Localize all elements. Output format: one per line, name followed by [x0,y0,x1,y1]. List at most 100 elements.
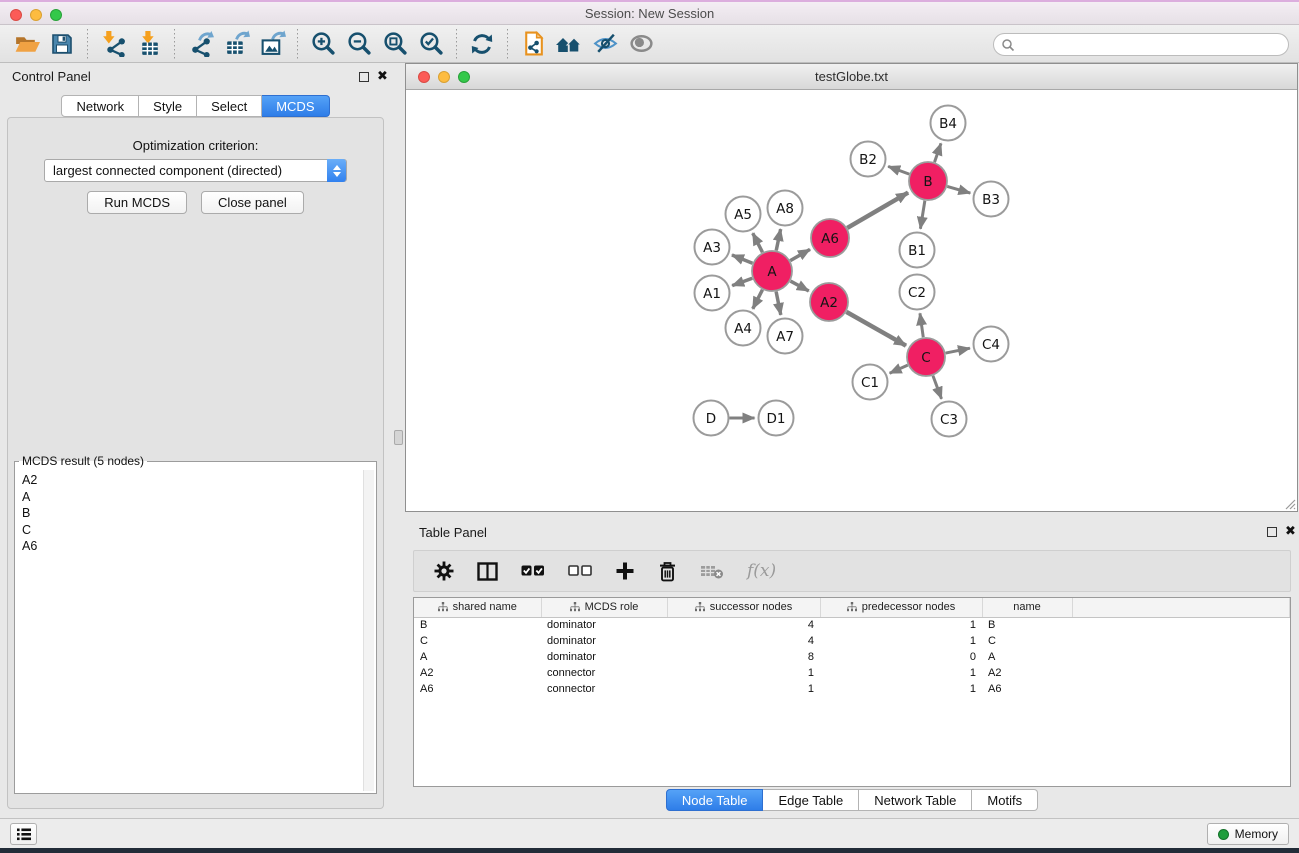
graph-edge-A-A2[interactable] [790,281,808,291]
function-builder-button[interactable]: f(x) [747,561,776,581]
delete-table-button[interactable] [700,562,724,580]
table-cell[interactable]: 4 [667,617,820,633]
table-cell[interactable]: 8 [667,649,820,665]
tab-style[interactable]: Style [139,95,197,117]
table-cell[interactable]: 1 [820,665,982,681]
graph-edge-A-A7[interactable] [776,292,781,315]
graph-edge-A2-C[interactable] [846,312,906,346]
settings-gear-button[interactable] [434,561,454,581]
table-cell[interactable]: 1 [820,681,982,697]
table-cell[interactable]: B [414,617,541,633]
hide-network-button[interactable] [587,28,623,60]
mcds-result-item[interactable]: C [22,522,362,539]
tab-node-table[interactable]: Node Table [666,789,764,811]
home-button[interactable] [551,28,587,60]
table-cell[interactable]: 0 [820,649,982,665]
select-all-button[interactable] [521,565,545,577]
import-table-button[interactable] [131,28,167,60]
graph-edge-C-C1[interactable] [890,365,908,373]
search-input[interactable] [993,33,1289,56]
panel-divider-handle[interactable] [394,430,403,445]
zoom-selected-button[interactable] [413,28,449,60]
table-cell[interactable]: A2 [414,665,541,681]
table-cell[interactable]: dominator [541,649,667,665]
table-cell[interactable]: connector [541,681,667,697]
graph-edge-B-B3[interactable] [947,186,970,193]
close-table-panel-icon[interactable]: ✖ [1285,523,1296,539]
run-mcds-button[interactable]: Run MCDS [87,191,187,214]
graph-edge-C-C3[interactable] [933,376,942,399]
zoom-out-button[interactable] [341,28,377,60]
table-cell[interactable]: A6 [414,681,541,697]
mcds-result-item[interactable]: A6 [22,538,362,555]
tab-mcds[interactable]: MCDS [262,95,329,117]
graph-edge-B-B4[interactable] [935,143,941,162]
column-header-shared-name[interactable]: shared name [414,598,541,617]
table-cell[interactable]: C [414,633,541,649]
table-row[interactable]: Cdominator41C [414,633,1290,649]
graph-edge-A-A5[interactable] [753,233,763,252]
resize-grip-icon[interactable] [1282,496,1296,510]
table-cell[interactable]: A6 [982,681,1072,697]
deselect-all-button[interactable] [568,565,592,577]
column-header-successor-nodes[interactable]: successor nodes [667,598,820,617]
task-history-button[interactable] [10,823,37,845]
mcds-result-item[interactable]: B [22,505,362,522]
open-session-button[interactable] [8,28,44,60]
tab-select[interactable]: Select [197,95,262,117]
table-cell[interactable]: 4 [667,633,820,649]
table-cell[interactable]: 1 [820,617,982,633]
mcds-result-scrollbar[interactable] [363,470,374,791]
column-header-mcds-role[interactable]: MCDS role [541,598,667,617]
refresh-layout-button[interactable] [464,28,500,60]
zoom-fit-button[interactable] [377,28,413,60]
tab-motifs[interactable]: Motifs [972,789,1038,811]
close-panel-icon[interactable]: ✖ [377,68,388,84]
close-panel-button[interactable]: Close panel [201,191,304,214]
graph-edge-B-B1[interactable] [920,201,924,229]
table-cell[interactable]: B [982,617,1072,633]
table-cell[interactable]: connector [541,665,667,681]
export-table-button[interactable] [218,28,254,60]
graph-edge-A-A1[interactable] [732,278,752,285]
save-session-button[interactable] [44,28,80,60]
table-cell[interactable]: A2 [982,665,1072,681]
table-cell[interactable]: A [414,649,541,665]
memory-button[interactable]: Memory [1207,823,1289,845]
network-from-document-button[interactable] [515,28,551,60]
mcds-result-item[interactable]: A2 [22,472,362,489]
graph-edge-A-A6[interactable] [790,249,810,260]
table-cell[interactable]: dominator [541,633,667,649]
table-row[interactable]: Bdominator41B [414,617,1290,633]
graph-edge-B-B2[interactable] [888,166,909,174]
zoom-in-button[interactable] [305,28,341,60]
table-cell[interactable]: 1 [667,665,820,681]
float-table-panel-icon[interactable] [1267,527,1277,537]
table-row[interactable]: A6connector11A6 [414,681,1290,697]
add-column-button[interactable] [615,561,635,581]
table-cell[interactable]: 1 [667,681,820,697]
criterion-select[interactable]: largest connected component (directed) [44,159,347,182]
graph-edge-A-A3[interactable] [732,255,753,263]
network-graph[interactable]: B4B2BB3A5A8A6A3B1AA1C2A2A4A7C4CC1C3DD1 [406,90,1297,511]
column-header-name[interactable]: name [982,598,1072,617]
tab-network[interactable]: Network [61,95,139,117]
mcds-result-list[interactable]: A2ABCA6 [17,470,362,791]
import-network-button[interactable] [95,28,131,60]
table-row[interactable]: Adominator80A [414,649,1290,665]
float-panel-icon[interactable] [359,72,369,82]
graph-edge-A-A4[interactable] [753,290,763,309]
delete-column-button[interactable] [658,561,677,582]
column-header-predecessor-nodes[interactable]: predecessor nodes [820,598,982,617]
graph-edge-A-A8[interactable] [776,229,780,250]
network-canvas[interactable]: B4B2BB3A5A8A6A3B1AA1C2A2A4A7C4CC1C3DD1 [406,90,1297,511]
table-cell[interactable]: dominator [541,617,667,633]
graph-edge-A6-B[interactable] [847,193,908,228]
table-cell[interactable]: 1 [820,633,982,649]
graph-edge-C-C2[interactable] [920,313,923,337]
export-network-button[interactable] [182,28,218,60]
mcds-result-item[interactable]: A [22,489,362,506]
show-graphics-button[interactable] [623,28,659,60]
tab-network-table[interactable]: Network Table [859,789,972,811]
export-image-button[interactable] [254,28,290,60]
